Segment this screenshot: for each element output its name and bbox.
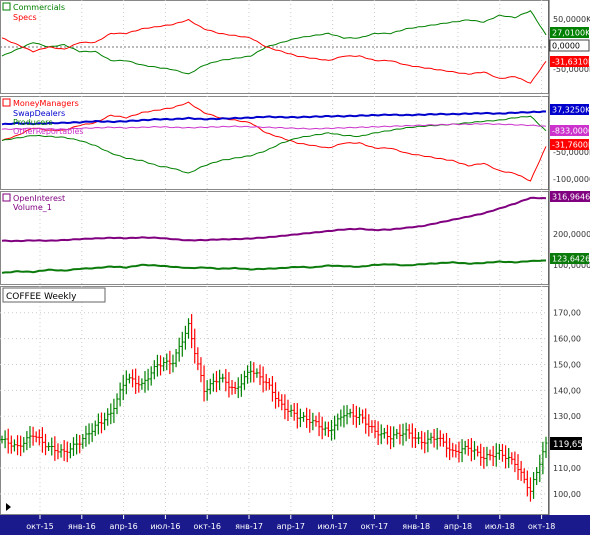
p1-tick-0: 50,0000K [553,15,590,24]
x-tick-label-4: окт-16 [193,522,220,531]
x-tick-label-8: окт-17 [361,522,388,531]
price-tick-4: 130,00 [553,412,581,421]
p2-value-swapdealers: 37,3250K [552,106,590,115]
x-tick-label-10: апр-18 [444,522,472,531]
price-axis-ticks: 170,00160,00150,00140,00130,00120,00110,… [553,309,581,499]
legend-volume: Volume_1 [13,203,52,212]
price-title: COFFEE Weekly [6,292,77,302]
p3-tick-0: 200,0000K [553,230,590,239]
x-tick-label-7: июл-17 [318,522,348,531]
x-tick-label-9: янв-18 [402,522,430,531]
x-tick-label-0: окт-15 [26,522,53,531]
x-tick-label-2: апр-16 [109,522,137,531]
price-tick-0: 170,00 [553,309,581,318]
price-last-value: 119,65 [553,440,583,450]
panel1-frame [0,0,549,94]
p1-value-commercials: 27,0100K [552,29,590,38]
x-tick-label-3: июл-16 [150,522,180,531]
p2-value-moneymanagers: -31,7600K [552,141,590,150]
panel2-frame [0,96,549,190]
chart-svg: Commercials Specs MoneyManagers SwapDeal… [0,0,590,535]
legend-producers: Producers [13,118,53,127]
x-tick-label-6: апр-17 [277,522,305,531]
x-tick-label-11: июл-18 [485,522,515,531]
p2-value-producers: -833,0000 [552,127,590,136]
price-tick-3: 140,00 [553,386,581,395]
legend-openinterest: OpenInterest [13,194,65,203]
price-tick-1: 160,00 [553,335,581,344]
price-tick-2: 150,00 [553,360,581,369]
legend-commercials: Commercials [13,3,65,12]
p2-tick-1: -100,0000K [553,175,590,184]
x-tick-label-1: янв-16 [68,522,96,531]
p3-value-openinterest: 316,9646K [552,193,590,202]
legend-specs: Specs [13,13,37,22]
legend-otherreportables: OtherReportables [13,127,84,136]
p1-value-zero: 0,0000 [552,42,580,51]
legend-swapdealers: SwapDealers [13,109,65,118]
price-panel-frame [0,286,549,515]
p1-value-specs: -31,6310K [552,58,590,67]
legend-moneymanagers: MoneyManagers [13,99,79,108]
price-tick-6: 110,00 [553,464,581,473]
p3-value-volume: 123,6426K [552,255,590,264]
x-tick-label-12: окт-18 [528,522,555,531]
chart-stage: Commercials Specs MoneyManagers SwapDeal… [0,0,590,535]
x-tick-label-5: янв-17 [235,522,263,531]
price-tick-7: 100,00 [553,490,581,499]
